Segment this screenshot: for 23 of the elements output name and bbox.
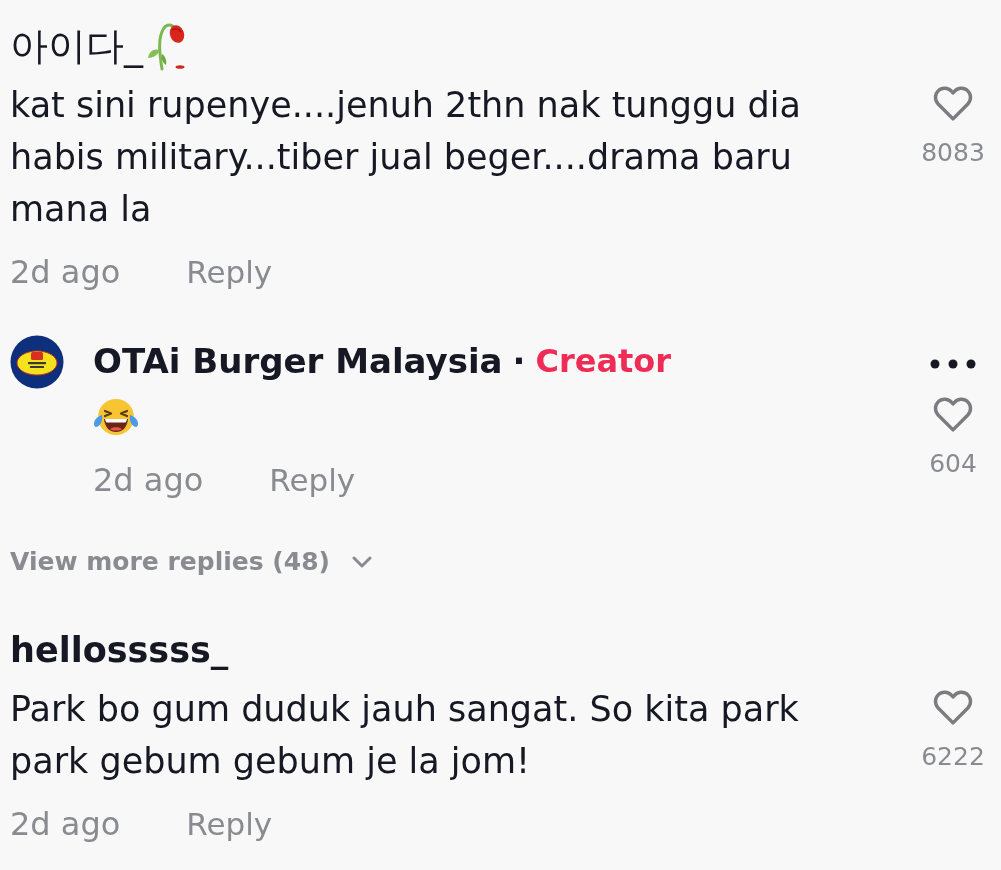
timestamp: 2d ago (93, 460, 204, 501)
separator-text: · (512, 340, 526, 383)
chevron-down-icon (351, 556, 372, 568)
like-count: 6222 (921, 742, 985, 772)
more-icon[interactable] (930, 359, 976, 369)
avatar-logo-icon[interactable] (10, 335, 64, 389)
heart-icon[interactable] (932, 688, 974, 726)
like-count: 604 (929, 449, 977, 479)
heart-icon[interactable] (932, 395, 974, 433)
view-more-replies-button[interactable]: View more replies (48) (10, 544, 372, 580)
reply-button[interactable]: Reply (186, 250, 273, 294)
username[interactable]: OTAi Burger Malaysia (93, 335, 503, 387)
heart-icon[interactable] (932, 84, 974, 122)
creator-label: Creator (535, 341, 672, 382)
reply-button[interactable]: Reply (186, 802, 273, 846)
timestamp: 2d ago (10, 804, 121, 845)
username[interactable]: hellosssss_ (10, 622, 229, 678)
timestamp: 2d ago (10, 252, 121, 293)
username[interactable]: 아이다_ (10, 18, 143, 74)
reply-button[interactable]: Reply (269, 458, 356, 502)
comment-text: Park bo gum duduk jauh sangat. So kita park park gebum gebum je la jom! (10, 688, 800, 783)
like-count: 8083 (921, 138, 985, 168)
comment-text: kat sini rupenye....jenuh 2thn nak tunggu dia habis military...tiber jual beger....drama baru mana la (10, 84, 802, 231)
